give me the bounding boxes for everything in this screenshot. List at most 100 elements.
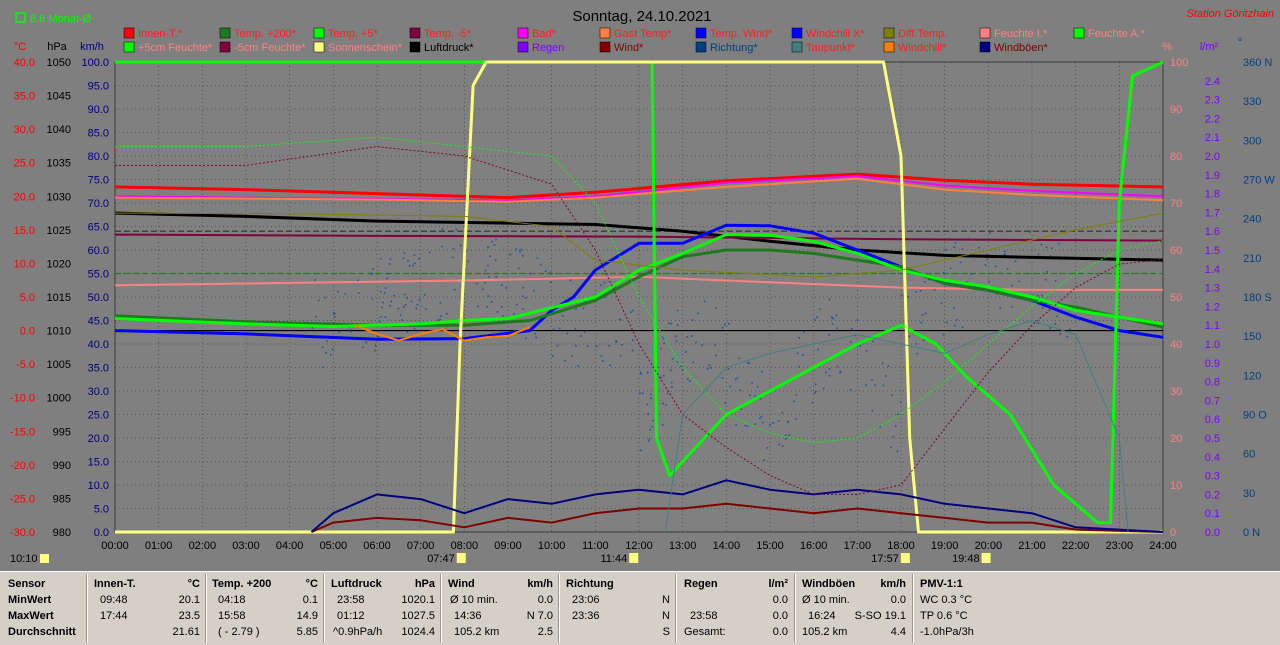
legend-label: Feuchte I.* bbox=[994, 28, 1048, 40]
direction-point bbox=[609, 364, 612, 367]
hpa-tick-label: 990 bbox=[53, 460, 71, 472]
direction-point bbox=[761, 421, 764, 424]
direction-point bbox=[390, 300, 392, 303]
direction-point bbox=[828, 334, 830, 336]
direction-point bbox=[487, 246, 489, 248]
direction-point bbox=[639, 392, 641, 394]
direction-point bbox=[650, 397, 652, 400]
direction-point bbox=[490, 301, 493, 303]
direction-point bbox=[324, 296, 326, 299]
direction-point bbox=[495, 238, 497, 241]
direction-point bbox=[402, 257, 405, 260]
direction-tick-label: 150 bbox=[1243, 331, 1261, 343]
direction-point bbox=[496, 311, 499, 313]
celsius-tick-label: 40.0 bbox=[14, 57, 35, 69]
direction-point bbox=[522, 286, 525, 289]
direction-point bbox=[675, 335, 677, 338]
direction-point bbox=[552, 355, 554, 357]
x-tick-label: 23:00 bbox=[1106, 540, 1134, 552]
direction-point bbox=[384, 287, 387, 289]
direction-point bbox=[692, 361, 695, 364]
direction-point bbox=[803, 331, 805, 333]
direction-point bbox=[793, 400, 795, 403]
direction-point bbox=[487, 295, 490, 297]
direction-point bbox=[1011, 284, 1014, 287]
percent-tick-label: 80 bbox=[1170, 151, 1182, 163]
direction-point bbox=[729, 385, 732, 388]
direction-point bbox=[811, 401, 814, 404]
direction-point bbox=[378, 320, 381, 323]
direction-point bbox=[413, 262, 416, 265]
direction-point bbox=[580, 335, 582, 337]
legend-swatch bbox=[123, 41, 135, 53]
direction-point bbox=[685, 351, 687, 353]
kmh-tick-label: 0.0 bbox=[94, 527, 109, 539]
direction-point bbox=[831, 323, 834, 325]
direction-point bbox=[399, 314, 402, 316]
direction-point bbox=[796, 352, 799, 355]
direction-point bbox=[509, 253, 512, 256]
legend-label: Innen-T.* bbox=[138, 28, 183, 40]
direction-point bbox=[794, 418, 797, 420]
direction-point bbox=[828, 374, 831, 377]
direction-point bbox=[744, 424, 746, 427]
direction-point bbox=[828, 298, 831, 301]
hpa-tick-label: 1000 bbox=[47, 393, 71, 405]
direction-point bbox=[522, 295, 524, 297]
direction-tick-label: 120 bbox=[1243, 370, 1261, 382]
direction-point bbox=[374, 344, 377, 347]
direction-point bbox=[372, 267, 374, 270]
direction-unit: ° bbox=[1238, 37, 1242, 49]
legend-swatch bbox=[791, 27, 803, 39]
direction-point bbox=[954, 324, 956, 327]
direction-point bbox=[944, 248, 947, 251]
direction-point bbox=[813, 319, 816, 321]
direction-point bbox=[600, 355, 603, 357]
direction-point bbox=[885, 375, 887, 377]
direction-point bbox=[882, 384, 885, 387]
legend-swatch bbox=[123, 27, 135, 39]
direction-point bbox=[575, 308, 577, 311]
rain-tick-label: 0.2 bbox=[1205, 489, 1220, 501]
event-time-label: 17:57 bbox=[871, 553, 899, 565]
direction-point bbox=[663, 342, 665, 345]
direction-point bbox=[691, 335, 693, 337]
direction-point bbox=[410, 300, 413, 303]
direction-point bbox=[649, 428, 652, 431]
percent-tick-label: 50 bbox=[1170, 292, 1182, 304]
direction-point bbox=[788, 434, 790, 437]
direction-point bbox=[675, 340, 678, 343]
direction-point bbox=[600, 284, 602, 286]
direction-point bbox=[423, 294, 426, 296]
direction-point bbox=[441, 228, 444, 230]
legend-label: Windböen* bbox=[994, 42, 1049, 54]
legend-swatch bbox=[791, 41, 803, 53]
direction-point bbox=[326, 340, 328, 342]
hpa-unit: hPa bbox=[47, 41, 67, 53]
direction-point bbox=[620, 343, 623, 346]
direction-point bbox=[872, 340, 874, 343]
direction-point bbox=[493, 244, 496, 246]
celsius-tick-label: 5.0 bbox=[20, 292, 35, 304]
celsius-tick-label: 20.0 bbox=[14, 191, 35, 203]
rain-tick-label: 1.8 bbox=[1205, 189, 1220, 201]
direction-point bbox=[670, 381, 673, 384]
rain-tick-label: 2.1 bbox=[1205, 132, 1220, 144]
direction-point bbox=[406, 331, 409, 333]
direction-point bbox=[516, 303, 518, 306]
direction-point bbox=[724, 402, 727, 404]
direction-point bbox=[452, 256, 454, 259]
direction-point bbox=[602, 360, 604, 362]
direction-point bbox=[522, 308, 525, 310]
direction-point bbox=[1049, 327, 1052, 330]
statistics-panel: Sensor MinWert MaxWert Durchschnitt Inne… bbox=[0, 571, 1280, 645]
x-tick-label: 06:00 bbox=[363, 540, 391, 552]
direction-point bbox=[865, 349, 868, 352]
direction-point bbox=[393, 294, 395, 297]
direction-point bbox=[539, 263, 542, 266]
direction-point bbox=[377, 330, 379, 333]
direction-tick-label: 30 bbox=[1243, 488, 1255, 500]
legend-label: Windchill X* bbox=[806, 28, 865, 40]
direction-point bbox=[384, 316, 387, 319]
direction-tick-label: 180 S bbox=[1243, 292, 1272, 304]
